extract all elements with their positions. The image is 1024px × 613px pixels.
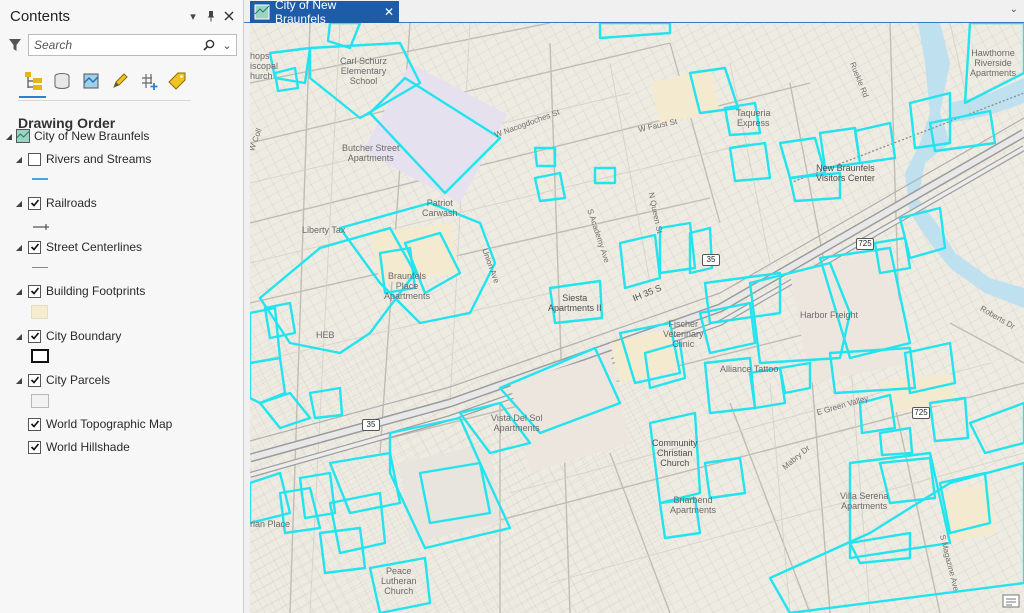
- search-row: ⌄: [0, 32, 243, 58]
- label-siesta: Siesta Apartments II: [548, 293, 602, 313]
- list-by-snapping-icon[interactable]: [134, 67, 163, 95]
- map-icon: [254, 4, 270, 20]
- shield-725: 725: [912, 407, 930, 419]
- boundary-fill-symbol: [31, 349, 49, 363]
- layer-label: World Hillshade: [46, 440, 130, 454]
- label-harbor-freight: Harbor Freight: [800, 310, 859, 320]
- shield-725: 725: [856, 238, 874, 250]
- shield-35: 35: [702, 254, 720, 266]
- building-fill-symbol: [31, 305, 48, 319]
- collapse-triangle-icon[interactable]: ◢: [14, 376, 24, 385]
- map-view[interactable]: Carl Schurz Elementary School hops iscop…: [250, 23, 1024, 613]
- search-input[interactable]: [34, 38, 200, 52]
- layer-label: Street Centerlines: [46, 240, 143, 254]
- label-villa-serena: Villa Serena Apartments: [840, 491, 889, 511]
- label-visitors-center: New Braunfels Visitors Center: [816, 163, 875, 183]
- map-icon: [16, 129, 30, 143]
- layer-city-parcels[interactable]: ◢ City Parcels: [14, 370, 110, 390]
- collapse-triangle-icon[interactable]: ◢: [14, 243, 24, 252]
- close-icon[interactable]: [221, 8, 237, 24]
- label-rian-place: rian Place: [250, 519, 291, 529]
- layer-visibility-checkbox[interactable]: [28, 196, 41, 210]
- list-by-labeling-icon[interactable]: [163, 67, 192, 95]
- layer-label: Rivers and Streams: [46, 152, 152, 166]
- layer-label: City Boundary: [46, 329, 122, 343]
- label-taqueria: Taqueria Express: [736, 108, 771, 128]
- rivers-line-symbol: [32, 178, 48, 180]
- collapse-triangle-icon[interactable]: ◢: [14, 287, 24, 296]
- map-tab[interactable]: City of New Braunfels ✕: [250, 0, 399, 26]
- tab-list-chevron-icon[interactable]: ⌄: [1010, 4, 1018, 15]
- label-peace-lutheran: Peace Lutheran Church: [381, 566, 417, 596]
- list-by-selection-icon[interactable]: [76, 67, 105, 95]
- layer-visibility-checkbox[interactable]: [28, 240, 41, 254]
- street-line-symbol: [32, 267, 48, 268]
- shield-35: 35: [362, 419, 380, 431]
- label-hawthorne: Hawthorne Riverside Apartments: [970, 48, 1017, 78]
- collapse-triangle-icon[interactable]: ◢: [14, 332, 24, 341]
- label-briarbend: Briarbend Apartments: [670, 495, 717, 515]
- search-options-chevron-icon[interactable]: ⌄: [218, 35, 236, 55]
- label-heb: HEB: [316, 330, 335, 340]
- layer-visibility-checkbox[interactable]: [28, 284, 41, 298]
- layer-label: Building Footprints: [46, 284, 146, 298]
- search-box: ⌄: [28, 34, 237, 56]
- layer-street-centerlines[interactable]: ◢ Street Centerlines: [14, 237, 142, 257]
- label-bishops: hops iscopal hurch: [250, 51, 279, 81]
- search-icon[interactable]: [200, 35, 218, 55]
- collapse-triangle-icon[interactable]: ◢: [14, 155, 24, 164]
- label-patriot-carwash: Patriot Carwash: [422, 198, 458, 218]
- label-braunfels-place: Braunfels Place Apartments: [384, 271, 431, 301]
- pane-options-chevron-icon[interactable]: ▾: [185, 8, 201, 24]
- map-tab-bar: City of New Braunfels ✕ ⌄: [244, 0, 1024, 26]
- label-carl-schurz: Carl Schurz Elementary School: [340, 56, 388, 86]
- pane-title: Contents: [10, 7, 71, 25]
- label-community-church: Community Christian Church: [652, 438, 698, 468]
- filter-icon[interactable]: [6, 36, 24, 54]
- close-tab-icon[interactable]: ✕: [384, 5, 394, 19]
- layer-label: World Topographic Map: [46, 417, 173, 431]
- map-name: City of New Braunfels: [34, 129, 150, 143]
- contents-header: Contents ▾: [0, 0, 243, 32]
- layer-visibility-checkbox[interactable]: [28, 417, 41, 431]
- list-by-source-icon[interactable]: [47, 67, 76, 95]
- map-canvas: [250, 23, 1024, 613]
- layer-world-topographic-map[interactable]: World Topographic Map: [14, 414, 172, 434]
- layer-visibility-checkbox[interactable]: [28, 152, 41, 166]
- layer-visibility-checkbox[interactable]: [28, 440, 41, 454]
- layer-label: City Parcels: [46, 373, 111, 387]
- layer-railroads[interactable]: ◢ Railroads: [14, 193, 97, 213]
- railroad-line-symbol: [32, 218, 50, 230]
- contents-pane: Contents ▾ ⌄: [0, 0, 244, 613]
- pin-icon[interactable]: [203, 8, 219, 24]
- list-by-drawing-order-icon[interactable]: [18, 67, 47, 98]
- layer-world-hillshade[interactable]: World Hillshade: [14, 437, 130, 457]
- list-by-editing-icon[interactable]: [105, 67, 134, 95]
- collapse-triangle-icon[interactable]: ◢: [4, 132, 14, 141]
- label-liberty-tax: Liberty Tax: [302, 225, 346, 235]
- layer-visibility-checkbox[interactable]: [28, 373, 41, 387]
- view-tools: [0, 64, 243, 98]
- map-legend-icon[interactable]: [1002, 593, 1020, 609]
- layer-building-footprints[interactable]: ◢ Building Footprints: [14, 281, 145, 301]
- label-alliance-tattoo: Alliance Tattoo: [720, 364, 779, 374]
- collapse-triangle-icon[interactable]: ◢: [14, 199, 24, 208]
- label-fischer: Fischer Veterinary Clinic: [663, 319, 704, 349]
- layer-rivers-and-streams[interactable]: ◢ Rivers and Streams: [14, 149, 151, 169]
- label-butcher-street: Butcher Street Apartments: [342, 143, 400, 163]
- layer-visibility-checkbox[interactable]: [28, 329, 41, 343]
- parcel-fill-symbol: [31, 394, 49, 408]
- map-tree-item[interactable]: ◢ City of New Braunfels: [4, 126, 149, 146]
- layer-label: Railroads: [46, 196, 97, 210]
- layer-city-boundary[interactable]: ◢ City Boundary: [14, 326, 121, 346]
- label-vista-del-sol: Vista Del Sol Apartments: [491, 413, 543, 433]
